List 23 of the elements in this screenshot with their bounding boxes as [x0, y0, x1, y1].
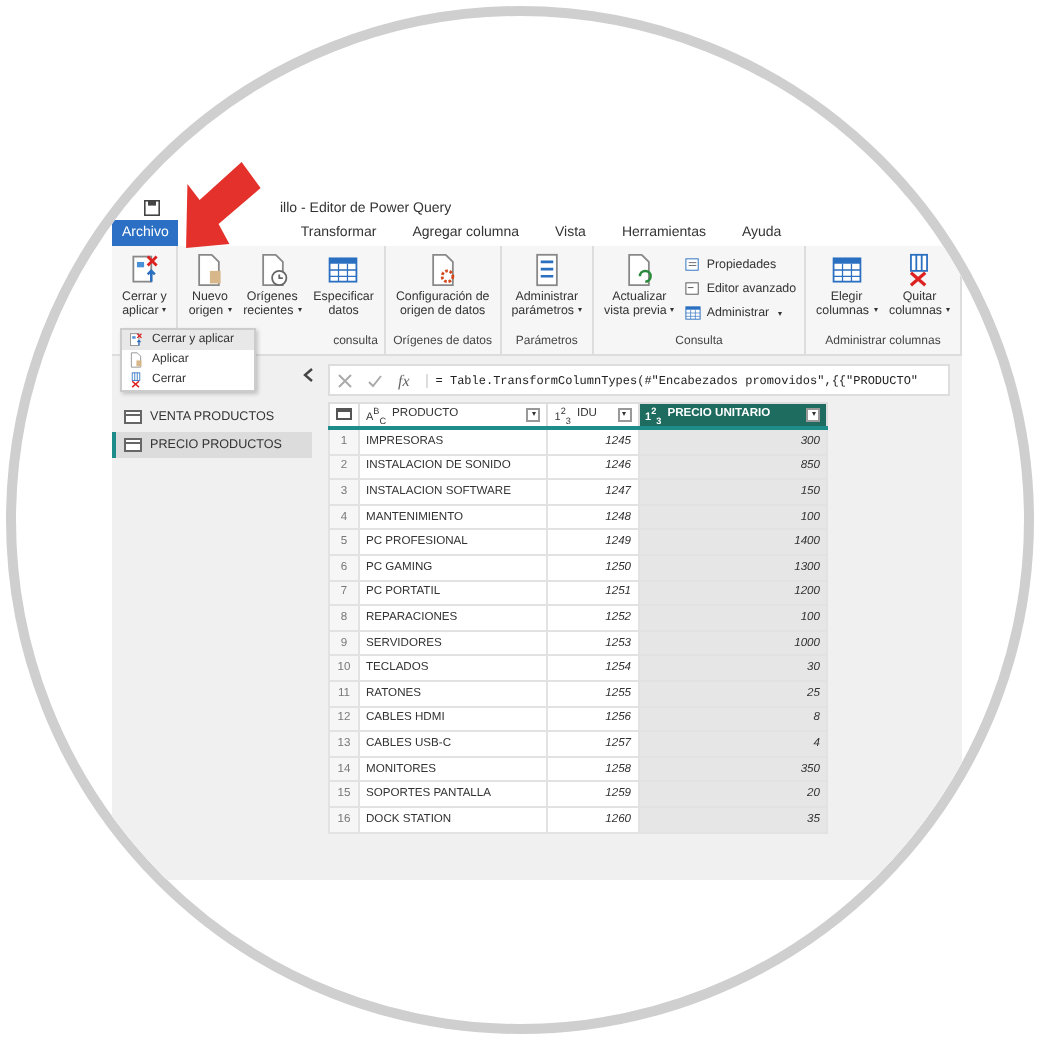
refresh-document-icon: [622, 252, 657, 288]
document-icon: [192, 252, 227, 288]
document-icon: [128, 352, 144, 368]
pointer-arrow: [182, 160, 266, 252]
check-icon[interactable]: [368, 373, 382, 387]
filter-button[interactable]: [806, 407, 820, 422]
close-apply-icon: [127, 252, 162, 288]
table-icon: [829, 252, 864, 288]
fx-label: fx: [398, 371, 410, 389]
table-icon: [124, 438, 142, 452]
table-icon: [684, 304, 703, 322]
table-icon: [336, 407, 352, 419]
table-icon: [326, 252, 361, 288]
properties-icon: [684, 256, 703, 274]
table-icon: [124, 410, 142, 424]
filter-button[interactable]: [526, 407, 541, 422]
table-corner[interactable]: [329, 403, 359, 428]
caret-icon: [531, 412, 536, 417]
caret-icon: [622, 412, 627, 417]
save-icon: [144, 200, 160, 216]
editor-icon: [684, 280, 703, 298]
collapse-icon[interactable]: [302, 368, 314, 382]
filter-button[interactable]: [617, 407, 632, 422]
